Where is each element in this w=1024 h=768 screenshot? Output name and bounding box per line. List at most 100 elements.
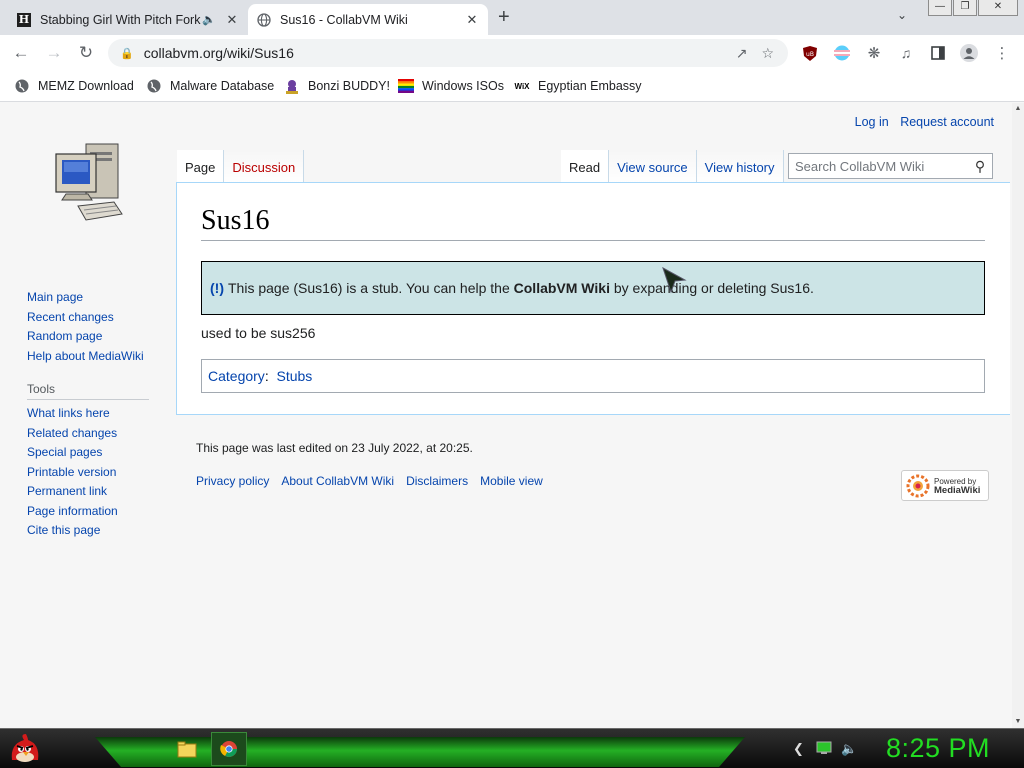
user-links: Log in Request account — [847, 115, 994, 129]
content-area: Sus16 (!) This page (Sus16) is a stub. Y… — [176, 182, 1010, 415]
globe-icon — [146, 78, 162, 94]
category-links: Category : Stubs — [201, 359, 985, 393]
close-tab-icon[interactable]: ✕ — [464, 12, 480, 28]
forward-arrow-icon[interactable]: → — [43, 42, 65, 64]
lock-icon[interactable]: 🔒 — [120, 47, 134, 60]
bookmark-label: Malware Database — [170, 79, 275, 93]
about-link[interactable]: About CollabVM Wiki — [281, 474, 394, 488]
minimize-icon[interactable]: — — [928, 0, 952, 16]
log-in-link[interactable]: Log in — [855, 115, 889, 129]
tab-sus16[interactable]: Sus16 - CollabVM Wiki ✕ — [248, 4, 488, 35]
volume-speaker-icon[interactable]: 🔈 — [841, 741, 857, 757]
category-separator: : — [264, 368, 277, 384]
page-title: Sus16 — [201, 205, 985, 241]
request-account-link[interactable]: Request account — [900, 115, 994, 129]
scroll-up-arrow-icon[interactable]: ▲ — [1012, 103, 1024, 115]
bookmark-label: Windows ISOs — [422, 79, 504, 93]
tab-title: Stabbing Girl With Pitch Fork — [40, 12, 201, 27]
bookmark-memz-download[interactable]: MEMZ Download — [14, 76, 134, 96]
extensions-puzzle-icon[interactable]: ❋ — [865, 44, 883, 62]
url-text[interactable]: collabvm.org/wiki/Sus16 — [144, 45, 736, 61]
tab-search-chevron-icon[interactable]: ⌄ — [897, 8, 907, 22]
disclaimers-link[interactable]: Disclaimers — [406, 474, 468, 488]
network-monitor-icon[interactable] — [816, 741, 832, 758]
tool-page-information[interactable]: Page information — [27, 502, 149, 522]
svg-text:uB: uB — [806, 51, 814, 58]
close-tab-icon[interactable]: ✕ — [224, 12, 240, 28]
tool-printable-version[interactable]: Printable version — [27, 463, 149, 483]
nav-recent-changes[interactable]: Recent changes — [27, 308, 144, 328]
tab-read[interactable]: Read — [561, 150, 610, 183]
wix-icon: WiX — [514, 81, 530, 91]
tool-special-pages[interactable]: Special pages — [27, 443, 149, 463]
powered-by-mediawiki-badge[interactable]: Powered by MediaWiki — [901, 470, 989, 501]
category-label-link[interactable]: Category — [208, 368, 265, 384]
tool-related-changes[interactable]: Related changes — [27, 424, 149, 444]
bookmark-windows-isos[interactable]: Windows ISOs — [398, 76, 504, 96]
bookmark-malware-database[interactable]: Malware Database — [146, 76, 274, 96]
start-button-angry-bird-icon[interactable] — [6, 730, 44, 768]
h-letter-icon: H — [17, 12, 31, 27]
speaker-icon[interactable]: 🔈 — [202, 13, 216, 26]
stub-bold-wiki-name: CollabVM Wiki — [513, 280, 610, 296]
back-arrow-icon[interactable]: ← — [10, 42, 32, 64]
restore-icon[interactable]: ❐ — [953, 0, 977, 16]
profile-avatar-icon[interactable] — [960, 44, 978, 62]
taskbar — [0, 728, 1024, 768]
nav-random-page[interactable]: Random page — [27, 327, 144, 347]
tab-page[interactable]: Page — [177, 150, 225, 183]
chrome-taskbar-icon[interactable] — [211, 732, 247, 766]
tab-strip: H Stabbing Girl With Pitch Fork 🔈 ✕ Sus1… — [0, 0, 1024, 35]
navigation-portal: Main page Recent changes Random page Hel… — [27, 288, 144, 366]
bonzi-icon — [284, 78, 300, 94]
side-panel-icon[interactable] — [929, 44, 947, 62]
last-edited-text: This page was last edited on 23 July 202… — [196, 441, 473, 455]
file-explorer-folder-icon[interactable] — [169, 732, 205, 766]
powered-by-line2: MediaWiki — [934, 484, 981, 496]
tab-view-history[interactable]: View history — [696, 150, 784, 183]
tool-what-links-here[interactable]: What links here — [27, 404, 149, 424]
bookmark-star-icon[interactable]: ☆ — [761, 45, 774, 62]
search-placeholder: Search CollabVM Wiki — [795, 158, 925, 174]
new-tab-button[interactable]: + — [498, 7, 510, 27]
powered-by-text: Powered by MediaWiki — [934, 477, 980, 495]
tab-title: Sus16 - CollabVM Wiki — [280, 12, 408, 27]
search-icon[interactable]: ⚲ — [968, 158, 992, 175]
page-scrollbar[interactable]: ▲ ▼ — [1012, 103, 1024, 728]
tray-arrow-icon[interactable]: ❮ — [793, 741, 804, 757]
search-input[interactable]: Search CollabVM Wiki ⚲ — [788, 153, 993, 179]
ublock-icon[interactable]: uB — [801, 44, 819, 62]
bookmark-bonzi-buddy[interactable]: Bonzi BUDDY! — [284, 76, 390, 96]
tool-cite-this-page[interactable]: Cite this page — [27, 521, 149, 541]
bookmark-label: Bonzi BUDDY! — [308, 79, 390, 93]
stub-text-before: This page (Sus16) is a stub. You can hel… — [228, 280, 514, 296]
tab-view-source[interactable]: View source — [609, 150, 697, 183]
category-stubs-link[interactable]: Stubs — [276, 368, 312, 384]
bookmarks-bar: MEMZ Download Malware Database Bonzi BUD… — [0, 71, 1024, 102]
stub-marker: (!) — [210, 280, 224, 296]
menu-kebab-icon[interactable]: ⋮ — [993, 44, 1011, 62]
privacy-policy-link[interactable]: Privacy policy — [196, 474, 269, 488]
mediawiki-flower-icon — [906, 474, 930, 497]
reload-icon[interactable]: ↻ — [75, 42, 97, 64]
address-bar[interactable]: 🔒 collabvm.org/wiki/Sus16 ↗ ☆ — [108, 39, 788, 67]
taskbar-clock[interactable]: 8:25 PM — [886, 733, 990, 764]
bookmark-egyptian-embassy[interactable]: WiX Egyptian Embassy — [514, 76, 642, 96]
tab-discussion[interactable]: Discussion — [224, 150, 305, 183]
stub-notice: (!) This page (Sus16) is a stub. You can… — [201, 261, 985, 315]
share-icon[interactable]: ↗ — [736, 45, 748, 62]
close-window-icon[interactable]: ✕ — [978, 0, 1018, 16]
tool-permanent-link[interactable]: Permanent link — [27, 482, 149, 502]
site-logo-computer-icon[interactable] — [48, 138, 128, 228]
nav-main-page[interactable]: Main page — [27, 288, 144, 308]
bookmark-label: Egyptian Embassy — [538, 79, 642, 93]
stub-text-after: by expanding or deleting Sus16. — [609, 280, 814, 296]
media-control-icon[interactable]: ♫ — [897, 44, 915, 62]
namespace-tabs: Page Discussion — [177, 150, 305, 183]
mobile-view-link[interactable]: Mobile view — [480, 474, 543, 488]
trans-flag-extension-icon[interactable] — [833, 44, 851, 62]
bookmark-label: MEMZ Download — [38, 79, 134, 93]
scroll-down-arrow-icon[interactable]: ▼ — [1012, 716, 1024, 728]
tab-stabbing-girl[interactable]: H Stabbing Girl With Pitch Fork 🔈 ✕ — [8, 4, 248, 35]
nav-help-about-mediawiki[interactable]: Help about MediaWiki — [27, 347, 144, 367]
